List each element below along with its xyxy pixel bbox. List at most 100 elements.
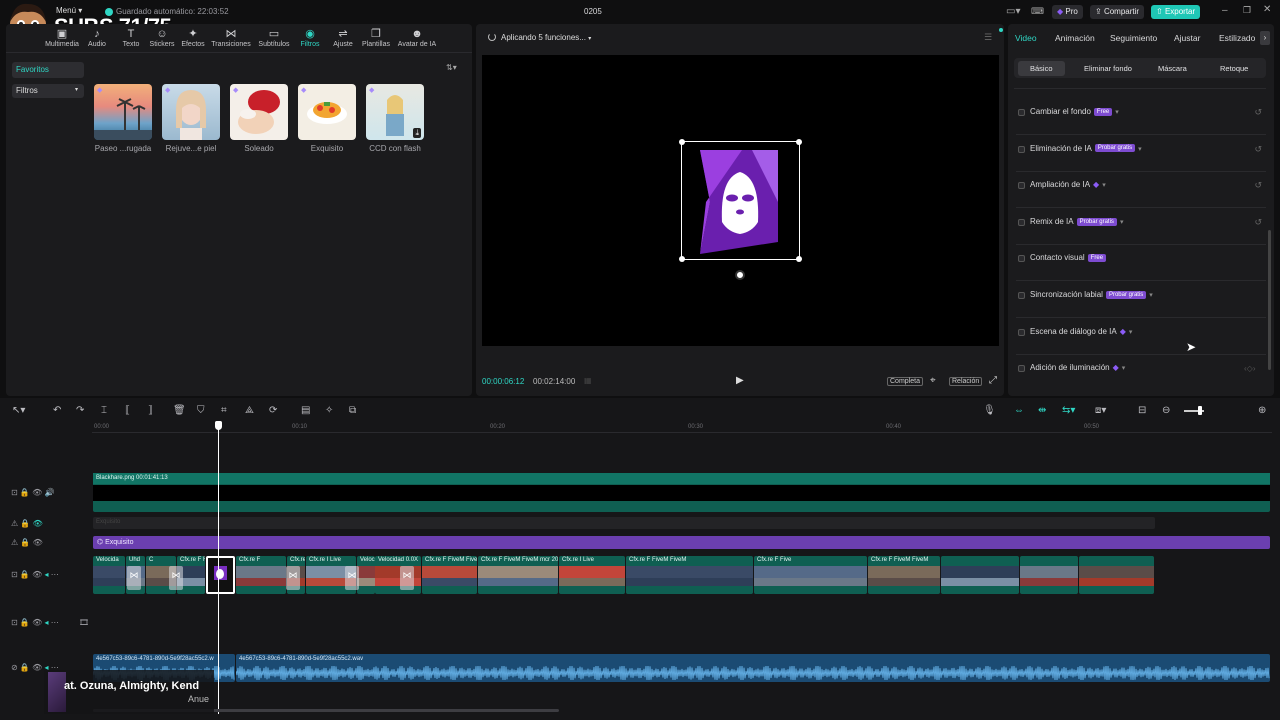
filter-thumb-exquisito[interactable]: ◆ [298,84,356,140]
track-controls[interactable]: ⊡ 🔒 👁 🔊 [11,488,54,497]
player-status[interactable]: Aplicando 5 funciones... ▾ [501,33,591,42]
video-clip[interactable]: Cfx.re F FiveM FiveM mcr 2026 [478,556,558,594]
resize-handle[interactable] [679,256,685,262]
video-clip[interactable]: Velocida [93,556,125,594]
reset-icon[interactable]: ↺ [1254,217,1262,228]
minimize-icon[interactable]: – [1222,5,1228,16]
share-button[interactable]: ⇪ Compartir [1090,5,1145,19]
tool-tab-subt-tulos[interactable]: ▭ Subtítulos [256,28,292,48]
property-row[interactable]: Adición de iluminación ◆ ▾ [1018,361,1268,381]
redo-icon[interactable]: ↷ [76,405,84,416]
checkbox[interactable] [1018,218,1025,226]
transition-icon[interactable]: ⋈ [286,566,300,590]
checkbox[interactable] [1018,145,1025,153]
properties-scrollbar[interactable] [1268,230,1271,370]
keyframe-icon[interactable]: ‹◇› [1244,364,1255,373]
video-clip[interactable]: Velocidad 0.0X [357,556,375,594]
subtab-2[interactable]: Máscara [1158,61,1187,76]
reset-icon[interactable]: ↺ [1254,144,1262,155]
video-clip[interactable]: Cfx.re F FiveM FiveM [626,556,753,594]
chevron-down-icon[interactable]: ▾ [1149,292,1153,299]
video-clip[interactable] [941,556,1019,594]
waveform-icon[interactable]: ▦ [584,376,592,385]
reset-icon[interactable]: ↺ [1254,180,1262,191]
split-icon[interactable]: ⌶ [101,405,107,416]
selected-image[interactable] [679,139,802,262]
microphone-icon[interactable]: 🎙 [983,405,996,416]
split-left-icon[interactable]: ⟦ [125,405,130,416]
video-clip[interactable]: Velocidad 0.0X [375,556,421,594]
eye-icon[interactable]: 👁 [33,519,43,528]
property-row[interactable]: Remix de IA Probar gratis ▾ ↺ [1018,215,1268,235]
full-quality-button[interactable]: Completa [887,377,923,386]
filters-dropdown[interactable]: Filtros ▾ [12,84,84,98]
tool-tab-plantillas[interactable]: ❐ Plantillas [360,28,392,48]
video-clip[interactable]: Cfx.re F FiveM FiveM mcr 2026-02 ( [422,556,477,594]
screenshot-icon[interactable]: ⌖ [930,375,936,386]
resize-handle[interactable] [796,256,802,262]
checkbox[interactable] [1018,365,1025,373]
chevron-down-icon[interactable]: ▾ [1138,146,1142,153]
play-icon[interactable]: ▶ [736,375,744,386]
filter-thumb-soleado[interactable]: ◆ [230,84,288,140]
filter-thumb-rejuve[interactable]: ◆ [162,84,220,140]
delete-icon[interactable]: 🗑 [173,405,186,416]
property-row[interactable]: Contacto visual Free [1018,251,1268,271]
faded-effect-track[interactable]: Exquisito [93,517,1155,529]
tool-tab-efectos[interactable]: ✦ Efectos [178,28,208,48]
chevron-down-icon[interactable]: ▾ [1102,182,1106,189]
audio-clip[interactable]: 4e567c53-89c6-4781-890d-5e9f28ac55c2.wav [236,654,1270,682]
split-right-icon[interactable]: ⟧ [148,405,153,416]
playhead[interactable] [218,424,219,714]
menu-button[interactable]: Menú ▾ [56,6,82,15]
tool-tab-multimedia[interactable]: ▣ Multimedia [42,28,82,48]
resize-handle[interactable] [679,139,685,145]
property-row[interactable]: Eliminación de IA Probar gratis ▾ ↺ [1018,142,1268,162]
property-tab-0[interactable]: Video [1015,33,1037,43]
chevron-down-icon[interactable]: ▾ [1115,109,1119,116]
rotate-handle-icon[interactable] [735,270,745,280]
checkbox[interactable] [1018,109,1025,116]
tool-tab-texto[interactable]: T Texto [118,28,144,48]
restore-icon[interactable]: ❐ [1243,5,1251,16]
filter-thumb-paseo[interactable]: ◆ [94,84,152,140]
reset-icon[interactable]: ↺ [1254,107,1262,118]
layout-icon[interactable]: ▭▾ [1006,6,1020,17]
ratio-button[interactable]: Relación [949,377,983,386]
filter-track[interactable]: ⌬ Exquisito [93,536,1270,549]
property-row[interactable]: Ampliación de IA ◆ ▾ ↺ [1018,178,1268,198]
filter-thumb-ccd[interactable]: ◆ ⤓ [366,84,424,140]
property-tab-4[interactable]: Estilizado [1219,33,1255,43]
select-tool-icon[interactable]: ↖▾ [12,405,25,416]
player-menu-icon[interactable]: ☰ [984,32,992,43]
chevron-down-icon[interactable]: ▾ [1129,329,1133,336]
selected-clip[interactable] [206,556,235,594]
property-row[interactable]: Cambiar el fondo Free ▾ ↺ [1018,105,1268,125]
link-icon[interactable]: ⇔ [1014,405,1024,416]
video-clip[interactable]: Cfx.re F [236,556,286,594]
magic-icon[interactable]: ✧ [325,405,333,416]
property-row[interactable]: Sincronización labial Probar gratis ▾ [1018,288,1268,308]
subtab-1[interactable]: Eliminar fondo [1084,61,1132,76]
checkbox[interactable] [1018,255,1025,263]
transition-icon[interactable]: ⋈ [345,566,359,590]
chevron-down-icon[interactable]: ▾ [1120,219,1124,226]
video-clip[interactable]: Cfx.re I Live [559,556,625,594]
subtab-3[interactable]: Retoque [1220,61,1248,76]
track-controls[interactable]: ⚠ 🔒 👁 [11,538,43,547]
auto-cut-icon[interactable]: ⧉ [349,405,356,416]
checkbox[interactable] [1018,182,1025,190]
transition-icon[interactable]: ⋈ [127,566,141,590]
property-row[interactable]: Escena de diálogo de IA ◆ ▾ [1018,325,1268,345]
pro-button[interactable]: ◆ Pro [1052,5,1083,19]
rotate-icon[interactable]: ⟳ [269,405,277,416]
video-clip[interactable]: Cfx.re F Five [754,556,867,594]
tool-tab-transiciones[interactable]: ⋈ Transiciones [210,28,252,48]
zoom-slider-handle[interactable] [1198,406,1202,415]
tool-tab-filtros[interactable]: ◉ Filtros [296,28,324,48]
zoom-in-icon[interactable]: ⊕ [1258,405,1266,416]
subtab-0[interactable]: Básico [1018,61,1065,76]
track-controls[interactable]: ⊡ 🔒 👁 ◂ ⋯ 🎞 [11,618,89,627]
track-controls[interactable]: ⚠ 🔒 👁 [11,519,43,528]
property-tab-2[interactable]: Seguimiento [1110,33,1157,43]
